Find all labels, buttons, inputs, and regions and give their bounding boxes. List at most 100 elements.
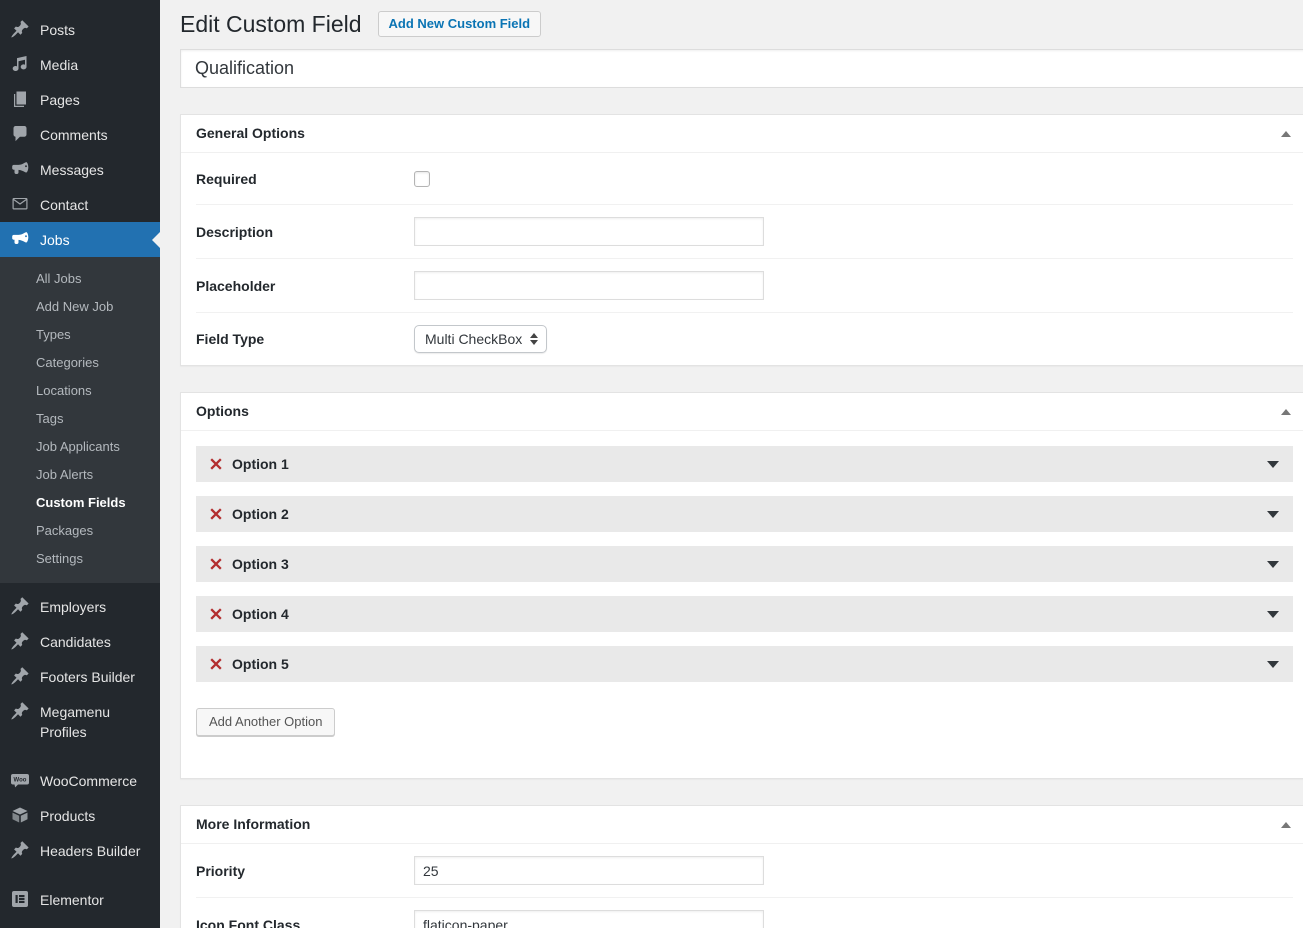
submenu-item-all-jobs[interactable]: All Jobs (0, 265, 160, 293)
sidebar-item-candidates[interactable]: Candidates (0, 624, 160, 659)
panel-title: More Information (196, 816, 310, 833)
sidebar-item-label: Contact (40, 194, 88, 215)
collapse-panel-icon[interactable] (1281, 822, 1291, 828)
sidebar-item-pages[interactable]: Pages (0, 82, 160, 117)
sidebar-item-media[interactable]: Media (0, 47, 160, 82)
chevron-down-icon (1267, 561, 1279, 568)
sidebar-item-comments[interactable]: Comments (0, 117, 160, 152)
delete-option-icon[interactable] (210, 508, 222, 520)
priority-input[interactable] (414, 856, 764, 885)
delete-option-icon[interactable] (210, 658, 222, 670)
option-row-1[interactable]: Option 1 (196, 446, 1293, 482)
sidebar-item-messages[interactable]: Messages (0, 152, 160, 187)
option-row-5[interactable]: Option 5 (196, 646, 1293, 682)
box-icon (10, 805, 30, 825)
option-row-3[interactable]: Option 3 (196, 546, 1293, 582)
jobs-submenu: All Jobs Add New Job Types Categories Lo… (0, 257, 160, 583)
sidebar-item-templates[interactable]: Templates (0, 917, 160, 928)
option-label: Option 3 (232, 556, 289, 572)
more-information-header[interactable]: More Information (181, 806, 1303, 844)
sidebar-item-products[interactable]: Products (0, 798, 160, 833)
field-type-row: Field Type Multi CheckBox (196, 313, 1293, 365)
submenu-item-job-alerts[interactable]: Job Alerts (0, 461, 160, 489)
sidebar-item-label: Comments (40, 124, 108, 145)
svg-text:Woo: Woo (14, 777, 27, 783)
sidebar-item-label: Products (40, 805, 95, 826)
sidebar-item-employers[interactable]: Employers (0, 589, 160, 624)
option-label: Option 4 (232, 606, 289, 622)
sidebar-item-woocommerce[interactable]: Woo WooCommerce (0, 763, 160, 798)
woocommerce-icon: Woo (10, 770, 30, 790)
admin-sidebar: Posts Media Pages Comments Messages Cont… (0, 0, 160, 928)
pages-icon (10, 89, 30, 109)
sidebar-item-elementor[interactable]: Elementor (0, 882, 160, 917)
submenu-item-types[interactable]: Types (0, 321, 160, 349)
comments-icon (10, 124, 30, 144)
description-input[interactable] (414, 217, 764, 246)
sidebar-item-jobs[interactable]: Jobs (0, 222, 160, 257)
general-options-header[interactable]: General Options (181, 115, 1303, 153)
collapse-panel-icon[interactable] (1281, 409, 1291, 415)
submenu-item-custom-fields[interactable]: Custom Fields (0, 489, 160, 517)
chevron-down-icon (1267, 511, 1279, 518)
pushpin-icon (10, 596, 30, 616)
submenu-item-packages[interactable]: Packages (0, 517, 160, 545)
required-checkbox[interactable] (414, 171, 430, 187)
icon-font-class-row: Icon Font Class (196, 898, 1293, 928)
media-icon (10, 54, 30, 74)
panel-title: Options (196, 403, 249, 420)
option-label: Option 1 (232, 456, 289, 472)
sidebar-item-headers-builder[interactable]: Headers Builder (0, 833, 160, 868)
required-label: Required (196, 171, 414, 187)
field-type-label: Field Type (196, 331, 414, 347)
field-name-input[interactable] (180, 49, 1303, 88)
icon-font-class-input[interactable] (414, 910, 764, 928)
delete-option-icon[interactable] (210, 608, 222, 620)
pushpin-icon (10, 666, 30, 686)
main-content: Edit Custom Field Add New Custom Field G… (160, 0, 1303, 928)
sidebar-item-contact[interactable]: Contact (0, 187, 160, 222)
elementor-icon (10, 889, 30, 909)
megaphone-icon (10, 159, 30, 179)
page-title: Edit Custom Field (180, 9, 362, 39)
placeholder-label: Placeholder (196, 278, 414, 294)
more-information-panel: More Information Priority Icon Font Clas… (180, 805, 1303, 928)
submenu-item-locations[interactable]: Locations (0, 377, 160, 405)
options-header[interactable]: Options (181, 393, 1303, 431)
add-another-option-button[interactable]: Add Another Option (196, 708, 335, 736)
chevron-down-icon (1267, 461, 1279, 468)
collapse-panel-icon[interactable] (1281, 131, 1291, 137)
pushpin-icon (10, 19, 30, 39)
select-arrows-icon (530, 333, 538, 345)
options-list: Option 1 Option 2 Option 3 Option 4 (181, 431, 1303, 778)
option-row-2[interactable]: Option 2 (196, 496, 1293, 532)
submenu-item-add-new-job[interactable]: Add New Job (0, 293, 160, 321)
sidebar-item-label: Templates (40, 924, 104, 928)
description-row: Description (196, 205, 1293, 259)
required-row: Required (196, 153, 1293, 205)
pushpin-icon (10, 701, 30, 721)
options-panel: Options Option 1 Option 2 Option 3 (180, 392, 1303, 779)
icon-font-class-label: Icon Font Class (196, 917, 414, 928)
sidebar-item-label: Candidates (40, 631, 111, 652)
sidebar-item-footers-builder[interactable]: Footers Builder (0, 659, 160, 694)
submenu-item-tags[interactable]: Tags (0, 405, 160, 433)
placeholder-input[interactable] (414, 271, 764, 300)
pushpin-icon (10, 631, 30, 651)
sidebar-item-label: Jobs (40, 229, 70, 250)
field-type-select[interactable]: Multi CheckBox (414, 325, 547, 353)
submenu-item-categories[interactable]: Categories (0, 349, 160, 377)
submenu-item-job-applicants[interactable]: Job Applicants (0, 433, 160, 461)
option-row-4[interactable]: Option 4 (196, 596, 1293, 632)
delete-option-icon[interactable] (210, 458, 222, 470)
sidebar-item-posts[interactable]: Posts (0, 12, 160, 47)
add-new-custom-field-button[interactable]: Add New Custom Field (378, 11, 542, 37)
folder-icon (10, 924, 30, 928)
chevron-down-icon (1267, 661, 1279, 668)
sidebar-item-label: Pages (40, 89, 80, 110)
submenu-item-settings[interactable]: Settings (0, 545, 160, 573)
pushpin-icon (10, 840, 30, 860)
page-header: Edit Custom Field Add New Custom Field (180, 9, 1303, 39)
sidebar-item-megamenu-profiles[interactable]: Megamenu Profiles (0, 694, 160, 749)
delete-option-icon[interactable] (210, 558, 222, 570)
